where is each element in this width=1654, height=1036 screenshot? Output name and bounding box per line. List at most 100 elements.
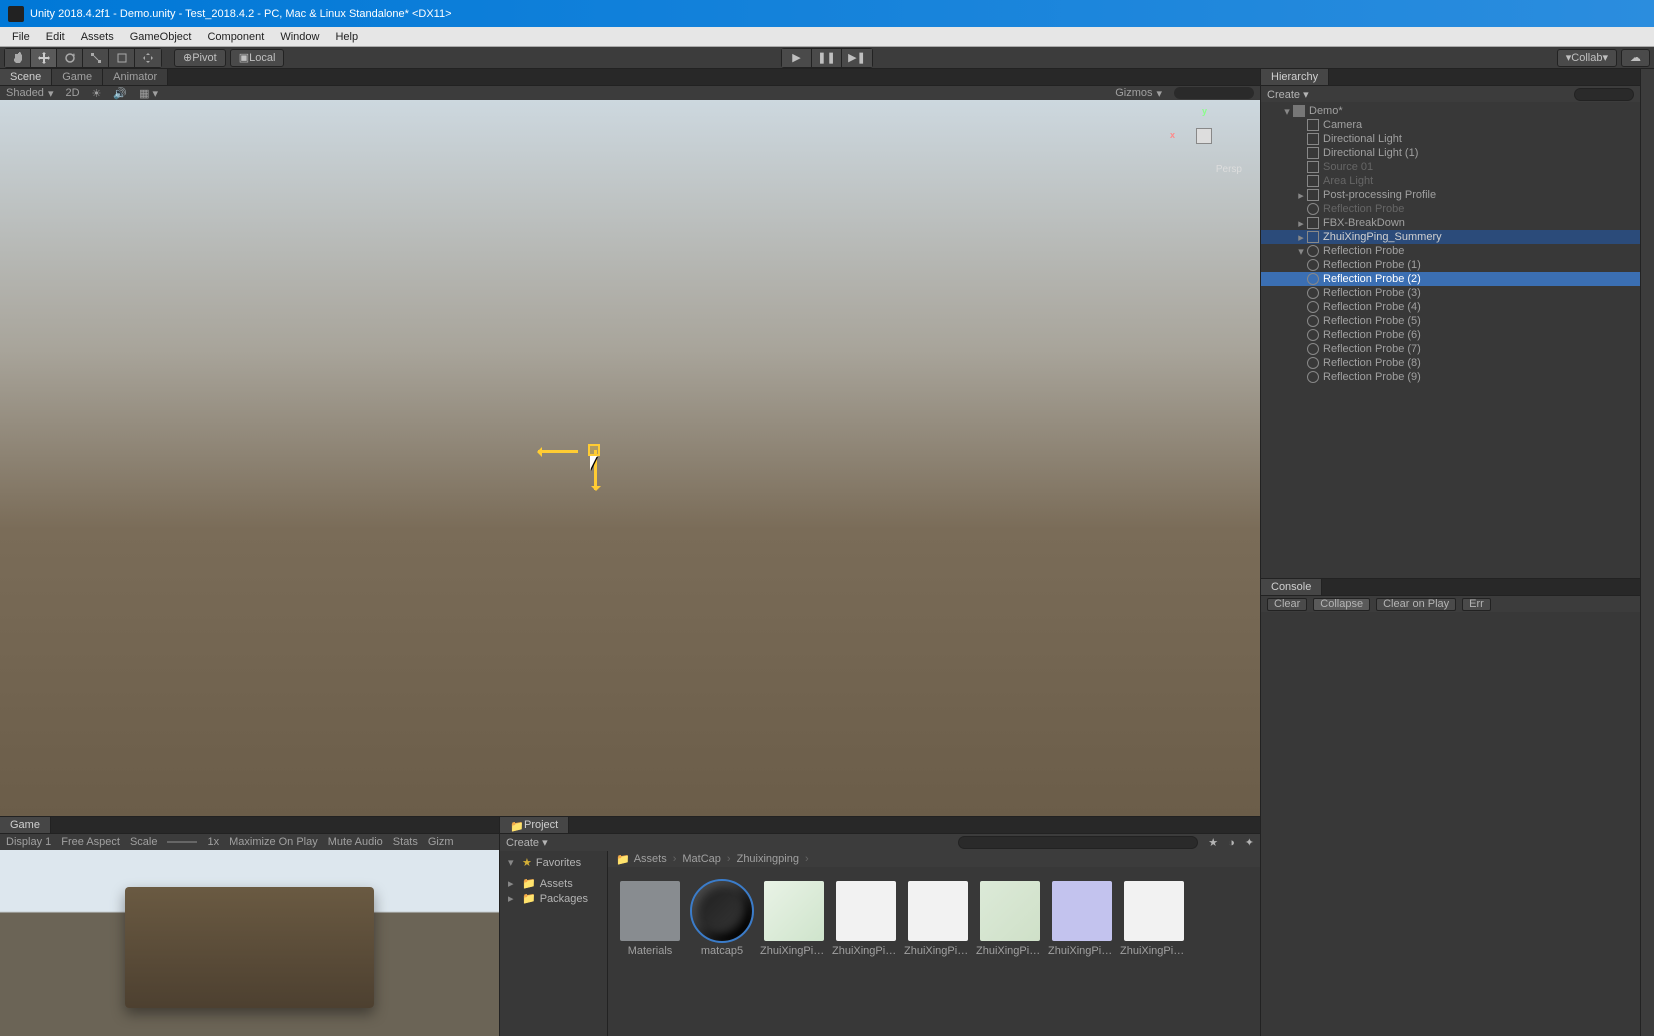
menu-assets[interactable]: Assets <box>73 29 122 45</box>
console-collapse-toggle[interactable]: Collapse <box>1313 598 1370 611</box>
menu-window[interactable]: Window <box>272 29 327 45</box>
hierarchy-item-label: ZhuiXingPing_Summery <box>1323 231 1442 243</box>
aspect-dropdown[interactable]: Free Aspect <box>61 836 120 848</box>
handle-rotation-toggle[interactable]: ▣ Local <box>230 49 285 67</box>
tab-animator[interactable]: Animator <box>103 69 168 85</box>
project-tree: ▾★Favorites ▸📁Assets ▸📁Packages <box>500 851 608 1036</box>
tree-favorites[interactable]: ▾★Favorites <box>500 855 607 870</box>
rect-tool[interactable] <box>109 49 135 67</box>
hierarchy-item[interactable]: Reflection Probe (1) <box>1261 258 1640 272</box>
display-dropdown[interactable]: Display 1 <box>6 836 51 848</box>
hierarchy-item[interactable]: Reflection Probe <box>1261 202 1640 216</box>
asset-item[interactable]: ZhuiXingPing… <box>978 881 1042 1022</box>
hierarchy-item[interactable]: Reflection Probe (2) <box>1261 272 1640 286</box>
menu-gameobject[interactable]: GameObject <box>122 29 200 45</box>
move-tool[interactable] <box>31 49 57 67</box>
reflection-probe-icon <box>1307 259 1319 271</box>
light-toggle-icon[interactable]: ☀ <box>92 87 102 100</box>
cloud-button[interactable]: ☁ <box>1621 49 1650 67</box>
asset-item[interactable]: matcap5 <box>690 881 754 1022</box>
hierarchy-search[interactable] <box>1574 88 1634 101</box>
asset-item[interactable]: Materials <box>618 881 682 1022</box>
play-button[interactable]: ▶ <box>782 49 812 67</box>
menu-edit[interactable]: Edit <box>38 29 73 45</box>
hierarchy-item[interactable]: Camera <box>1261 118 1640 132</box>
hierarchy-tree: ▾Demo*CameraDirectional LightDirectional… <box>1261 102 1640 578</box>
project-search[interactable] <box>958 836 1198 849</box>
mute-toggle[interactable]: Mute Audio <box>328 836 383 848</box>
hierarchy-item[interactable]: Reflection Probe (7) <box>1261 342 1640 356</box>
tree-packages[interactable]: ▸📁Packages <box>500 891 607 906</box>
hierarchy-item[interactable]: ▸FBX-BreakDown <box>1261 216 1640 230</box>
pause-button[interactable]: ❚❚ <box>812 49 842 67</box>
gameobject-icon <box>1307 175 1319 187</box>
asset-item[interactable]: ZhuiXingPing… <box>906 881 970 1022</box>
hierarchy-item[interactable]: Reflection Probe (5) <box>1261 314 1640 328</box>
menu-help[interactable]: Help <box>327 29 366 45</box>
project-create-dropdown[interactable]: Create ▾ <box>506 836 548 849</box>
tab-game-bottom[interactable]: Game <box>0 817 51 833</box>
tree-assets[interactable]: ▸📁Assets <box>500 876 607 891</box>
tab-scene[interactable]: Scene <box>0 69 52 85</box>
console-error-pause-toggle[interactable]: Err <box>1462 598 1491 611</box>
console-clear-button[interactable]: Clear <box>1267 598 1307 611</box>
scene-search[interactable] <box>1174 87 1254 99</box>
asset-item[interactable]: ZhuiXingPing… <box>1050 881 1114 1022</box>
audio-toggle-icon[interactable]: 🔊 <box>113 87 127 100</box>
tab-project[interactable]: 📁Project <box>500 817 569 833</box>
asset-item[interactable]: ZhuiXingPing… <box>762 881 826 1022</box>
transform-tool[interactable] <box>135 49 161 67</box>
filter-icon[interactable]: ★ <box>1208 836 1218 849</box>
tab-game[interactable]: Game <box>52 69 103 85</box>
gizmos-dropdown[interactable]: Gizmos ▾ <box>1115 87 1162 100</box>
gizmos-game-toggle[interactable]: Gizm <box>428 836 454 848</box>
console-clear-on-play-toggle[interactable]: Clear on Play <box>1376 598 1456 611</box>
scale-slider[interactable] <box>167 841 197 843</box>
fx-toggle-icon[interactable]: ▦ ▾ <box>139 87 158 100</box>
hierarchy-item-label: Camera <box>1323 119 1362 131</box>
hierarchy-item[interactable]: ▸Post-processing Profile <box>1261 188 1640 202</box>
hierarchy-scene-row[interactable]: ▾Demo* <box>1261 104 1640 118</box>
tab-console[interactable]: Console <box>1261 579 1322 595</box>
hierarchy-item[interactable]: Reflection Probe (4) <box>1261 300 1640 314</box>
hierarchy-create-dropdown[interactable]: Create ▾ <box>1267 88 1309 101</box>
tab-hierarchy[interactable]: Hierarchy <box>1261 69 1329 85</box>
menu-component[interactable]: Component <box>199 29 272 45</box>
2d-toggle[interactable]: 2D <box>65 87 79 99</box>
asset-item[interactable]: ZhuiXingPing… <box>834 881 898 1022</box>
hierarchy-item[interactable]: Reflection Probe (9) <box>1261 370 1640 384</box>
inspector-collapsed-strip[interactable] <box>1640 69 1654 1036</box>
crumb-zhuixingping[interactable]: Zhuixingping <box>737 853 799 865</box>
hierarchy-item[interactable]: Reflection Probe (8) <box>1261 356 1640 370</box>
maximize-toggle[interactable]: Maximize On Play <box>229 836 318 848</box>
stats-toggle[interactable]: Stats <box>393 836 418 848</box>
shading-mode-dropdown[interactable]: Shaded ▾ <box>6 87 53 100</box>
pivot-toggle[interactable]: ⊕ Pivot <box>174 49 226 67</box>
orientation-gizmo[interactable]: y x <box>1176 108 1232 164</box>
hand-tool[interactable] <box>5 49 31 67</box>
menu-file[interactable]: File <box>4 29 38 45</box>
step-button[interactable]: ▶❚ <box>842 49 872 67</box>
game-viewport <box>0 850 499 1036</box>
save-search-icon[interactable]: ✦ <box>1245 836 1254 849</box>
hierarchy-item-label: Reflection Probe (4) <box>1323 301 1421 313</box>
crumb-assets[interactable]: 📁Assets <box>616 853 667 866</box>
hierarchy-item[interactable]: Reflection Probe (3) <box>1261 286 1640 300</box>
rotate-tool[interactable] <box>57 49 83 67</box>
asset-item[interactable]: ZhuiXingPing… <box>1122 881 1186 1022</box>
hierarchy-item[interactable]: Reflection Probe (6) <box>1261 328 1640 342</box>
hierarchy-item[interactable]: ▸ZhuiXingPing_Summery <box>1261 230 1640 244</box>
scene-viewport[interactable]: y x Persp <box>0 100 1260 816</box>
scale-tool[interactable] <box>83 49 109 67</box>
collab-dropdown[interactable]: ▾ Collab ▾ <box>1557 49 1617 67</box>
perspective-label[interactable]: Persp <box>1216 164 1242 175</box>
gameobject-icon <box>1307 217 1319 229</box>
filter-type-icon[interactable]: ◑ <box>1228 837 1235 849</box>
hierarchy-item[interactable]: Source 01 <box>1261 160 1640 174</box>
game-tab-row: Game <box>0 817 499 834</box>
crumb-matcap[interactable]: MatCap <box>682 853 721 865</box>
hierarchy-item[interactable]: Area Light <box>1261 174 1640 188</box>
hierarchy-item[interactable]: Directional Light (1) <box>1261 146 1640 160</box>
hierarchy-item[interactable]: ▾Reflection Probe <box>1261 244 1640 258</box>
hierarchy-item[interactable]: Directional Light <box>1261 132 1640 146</box>
